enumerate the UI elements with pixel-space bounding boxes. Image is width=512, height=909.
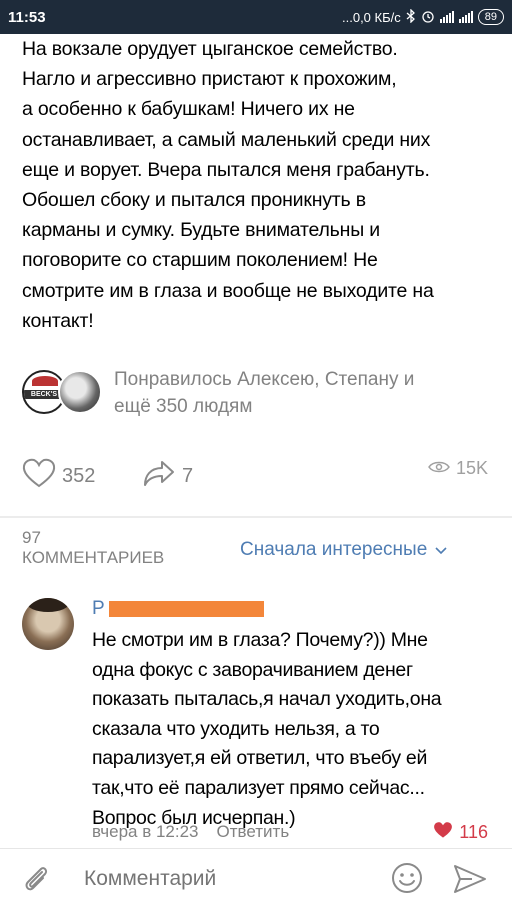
signal-icon (439, 11, 454, 23)
comment-line: так,что её парализует прямо сейчас... (92, 776, 425, 799)
comment-line: одна фокус с заворачиванием денег (92, 658, 413, 681)
signal-icon-2 (458, 11, 473, 23)
comment-author[interactable]: Р (92, 598, 264, 620)
liked-by-text: Понравилось Алексею, Степану и ещё 350 л… (114, 366, 414, 420)
post-line: останавливает, а самый маленький среди н… (22, 128, 431, 151)
comment-author-initial: Р (92, 598, 105, 619)
liked-by-line: Понравилось Алексею, Степану и (114, 369, 415, 390)
comments-count-label: КОММЕНТАРИЕВ (22, 548, 165, 567)
post-line: Нагло и агрессивно пристают к прохожим, (22, 68, 397, 91)
send-icon[interactable] (452, 863, 488, 895)
comments-count-number: 97 (22, 528, 41, 547)
battery-icon: 89 (477, 9, 504, 25)
share-button[interactable]: 7 (142, 458, 193, 494)
comment-line: показать пыталась,я начал уходить,она (92, 688, 442, 711)
status-indicators: ...0,0 КБ/с 89 (342, 7, 504, 26)
post-line: На вокзале орудует цыганское семейство. (22, 38, 398, 60)
post-text: На вокзале орудует цыганское семейство. … (22, 34, 492, 336)
paperclip-icon[interactable] (20, 863, 52, 895)
comment-line: сказала что уходить нельзя, а то (92, 717, 380, 740)
like-button[interactable]: 352 (22, 458, 95, 494)
liked-by[interactable]: BECK'S Понравилось Алексею, Степану и ещ… (22, 366, 492, 417)
liked-by-line: ещё 350 людям (114, 396, 253, 417)
heart-filled-icon (433, 821, 453, 844)
post-line: еще и ворует. Вчера пытался меня грабану… (22, 158, 430, 181)
status-time: 11:53 (8, 8, 46, 26)
post-line: а особенно к бабушкам! Ничего их не (22, 98, 355, 121)
post-line: Обошел сбоку и пытался проникнуть в (22, 189, 366, 212)
share-icon (142, 458, 176, 494)
eye-icon (428, 458, 450, 479)
views-counter: 15K (428, 458, 488, 479)
like-count: 352 (62, 464, 96, 487)
heart-icon (22, 458, 56, 494)
comment-line: Не смотри им в глаза? Почему?)) Мне (92, 629, 428, 651)
post-line: карманы и сумку. Будьте внимательны и (22, 219, 380, 242)
post-line: поговорите со старшим поколением! Не (22, 249, 378, 272)
comment-like-count: 116 (459, 822, 488, 842)
liker-avatar (58, 370, 102, 414)
comment-line: парализует,я ей ответил, что въебу ей (92, 747, 428, 770)
comment-like-button[interactable]: 116 (433, 821, 488, 844)
sort-label: Сначала интересные (240, 539, 428, 560)
comment-time: вчера в 12:23 (92, 822, 199, 841)
comments-count: 97 КОММЕНТАРИЕВ (22, 528, 164, 568)
liker-avatars: BECK'S (22, 370, 102, 414)
alarm-icon (421, 9, 435, 26)
comment-input[interactable] (82, 859, 386, 899)
comment-meta: вчера в 12:23 Ответить (92, 822, 289, 842)
post-actions: 352 7 15K (22, 458, 488, 498)
reply-button[interactable]: Ответить (217, 822, 290, 842)
share-count: 7 (182, 464, 194, 487)
post-line: смотрите им в глаза и вообще не выходите… (22, 279, 434, 302)
post-line: контакт! (22, 309, 94, 332)
bluetooth-icon (406, 7, 416, 26)
sort-dropdown[interactable]: Сначала интересные (240, 539, 447, 561)
comment-composer (0, 848, 512, 909)
status-bar: 11:53 ...0,0 КБ/с 89 (0, 0, 512, 34)
views-count: 15K (455, 458, 488, 478)
divider (0, 516, 512, 518)
avatar[interactable] (22, 598, 74, 650)
redacted-name (108, 601, 264, 617)
network-speed: ...0,0 КБ/с (342, 9, 401, 25)
emoji-icon[interactable] (390, 861, 424, 895)
chevron-down-icon (435, 539, 447, 561)
comment-text: Не смотри им в глаза? Почему?)) Мне одна… (92, 626, 492, 833)
